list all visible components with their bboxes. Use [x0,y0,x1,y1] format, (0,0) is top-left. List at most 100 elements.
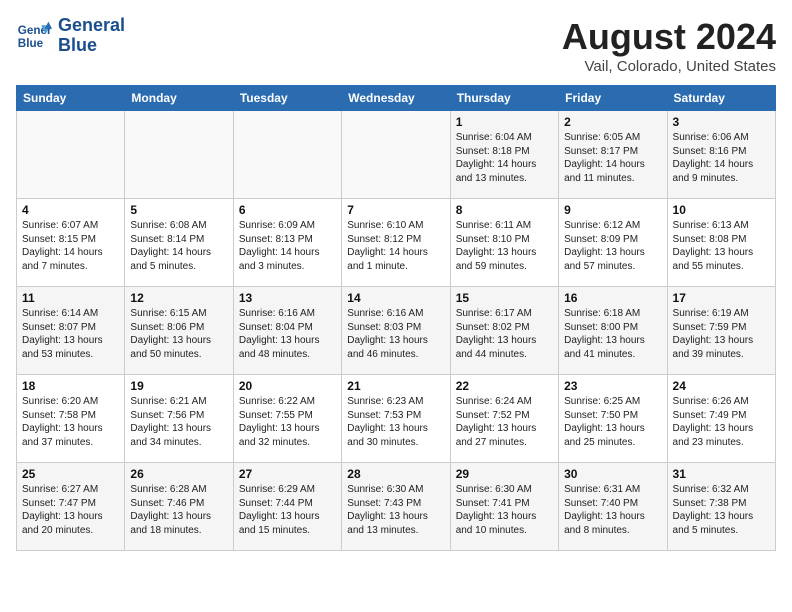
day-info: Sunrise: 6:18 AM Sunset: 8:00 PM Dayligh… [564,307,661,361]
calendar-cell: 1 Sunrise: 6:04 AM Sunset: 8:18 PM Daylig… [450,111,558,199]
calendar-cell: 8 Sunrise: 6:11 AM Sunset: 8:10 PM Daylig… [450,199,558,287]
day-number: 19 [130,379,227,393]
calendar-cell: 19 Sunrise: 6:21 AM Sunset: 7:56 PM Dayli… [125,375,233,463]
weekday-header-sunday: Sunday [17,86,125,111]
day-number: 8 [456,203,553,217]
day-number: 24 [673,379,770,393]
calendar-week-5: 25 Sunrise: 6:27 AM Sunset: 7:47 PM Dayli… [17,463,776,551]
day-number: 26 [130,467,227,481]
day-info: Sunrise: 6:05 AM Sunset: 8:17 PM Dayligh… [564,131,661,185]
day-info: Sunrise: 6:26 AM Sunset: 7:49 PM Dayligh… [673,395,770,449]
calendar-week-4: 18 Sunrise: 6:20 AM Sunset: 7:58 PM Dayli… [17,375,776,463]
day-info: Sunrise: 6:11 AM Sunset: 8:10 PM Dayligh… [456,219,553,273]
day-info: Sunrise: 6:12 AM Sunset: 8:09 PM Dayligh… [564,219,661,273]
day-number: 20 [239,379,336,393]
day-info: Sunrise: 6:09 AM Sunset: 8:13 PM Dayligh… [239,219,336,273]
day-number: 17 [673,291,770,305]
calendar-cell: 30 Sunrise: 6:31 AM Sunset: 7:40 PM Dayli… [559,463,667,551]
day-info: Sunrise: 6:32 AM Sunset: 7:38 PM Dayligh… [673,483,770,537]
calendar-cell: 7 Sunrise: 6:10 AM Sunset: 8:12 PM Daylig… [342,199,450,287]
day-info: Sunrise: 6:30 AM Sunset: 7:41 PM Dayligh… [456,483,553,537]
calendar-cell: 18 Sunrise: 6:20 AM Sunset: 7:58 PM Dayli… [17,375,125,463]
day-number: 23 [564,379,661,393]
day-info: Sunrise: 6:30 AM Sunset: 7:43 PM Dayligh… [347,483,444,537]
subtitle: Vail, Colorado, United States [562,58,776,75]
day-number: 18 [22,379,119,393]
day-number: 10 [673,203,770,217]
calendar-cell: 20Sunrise: 6:22 AM Sunset: 7:55 PM Dayli… [233,375,341,463]
day-info: Sunrise: 6:27 AM Sunset: 7:47 PM Dayligh… [22,483,119,537]
day-info: Sunrise: 6:23 AM Sunset: 7:53 PM Dayligh… [347,395,444,449]
day-info: Sunrise: 6:15 AM Sunset: 8:06 PM Dayligh… [130,307,227,361]
day-number: 21 [347,379,444,393]
day-info: Sunrise: 6:21 AM Sunset: 7:56 PM Dayligh… [130,395,227,449]
weekday-header-saturday: Saturday [667,86,775,111]
day-number: 13 [239,291,336,305]
day-info: Sunrise: 6:17 AM Sunset: 8:02 PM Dayligh… [456,307,553,361]
calendar-cell [125,111,233,199]
weekday-header-monday: Monday [125,86,233,111]
day-info: Sunrise: 6:16 AM Sunset: 8:03 PM Dayligh… [347,307,444,361]
day-number: 15 [456,291,553,305]
day-info: Sunrise: 6:20 AM Sunset: 7:58 PM Dayligh… [22,395,119,449]
day-info: Sunrise: 6:28 AM Sunset: 7:46 PM Dayligh… [130,483,227,537]
calendar-table: SundayMondayTuesdayWednesdayThursdayFrid… [16,85,776,551]
day-info: Sunrise: 6:14 AM Sunset: 8:07 PM Dayligh… [22,307,119,361]
day-number: 4 [22,203,119,217]
weekday-header-friday: Friday [559,86,667,111]
calendar-cell [17,111,125,199]
day-number: 27 [239,467,336,481]
day-info: Sunrise: 6:19 AM Sunset: 7:59 PM Dayligh… [673,307,770,361]
day-number: 29 [456,467,553,481]
weekday-header-tuesday: Tuesday [233,86,341,111]
day-number: 7 [347,203,444,217]
calendar-cell: 4 Sunrise: 6:07 AM Sunset: 8:15 PM Daylig… [17,199,125,287]
day-number: 11 [22,291,119,305]
calendar-cell: 3 Sunrise: 6:06 AM Sunset: 8:16 PM Daylig… [667,111,775,199]
day-number: 16 [564,291,661,305]
calendar-cell [233,111,341,199]
day-number: 12 [130,291,227,305]
page-header: General Blue General Blue August 2024 Va… [16,16,776,75]
calendar-cell: 13Sunrise: 6:16 AM Sunset: 8:04 PM Dayli… [233,287,341,375]
main-title: August 2024 [562,16,776,58]
calendar-cell: 17 Sunrise: 6:19 AM Sunset: 7:59 PM Dayli… [667,287,775,375]
calendar-cell: 15 Sunrise: 6:17 AM Sunset: 8:02 PM Dayli… [450,287,558,375]
svg-text:Blue: Blue [18,37,44,50]
calendar-cell: 2 Sunrise: 6:05 AM Sunset: 8:17 PM Daylig… [559,111,667,199]
day-info: Sunrise: 6:13 AM Sunset: 8:08 PM Dayligh… [673,219,770,273]
day-info: Sunrise: 6:06 AM Sunset: 8:16 PM Dayligh… [673,131,770,185]
day-number: 3 [673,115,770,129]
calendar-cell: 9 Sunrise: 6:12 AM Sunset: 8:09 PM Daylig… [559,199,667,287]
day-info: Sunrise: 6:07 AM Sunset: 8:15 PM Dayligh… [22,219,119,273]
calendar-cell: 12 Sunrise: 6:15 AM Sunset: 8:06 PM Dayli… [125,287,233,375]
day-info: Sunrise: 6:04 AM Sunset: 8:18 PM Dayligh… [456,131,553,185]
calendar-cell: 28Sunrise: 6:30 AM Sunset: 7:43 PM Dayli… [342,463,450,551]
day-number: 1 [456,115,553,129]
day-number: 2 [564,115,661,129]
calendar-body: 1 Sunrise: 6:04 AM Sunset: 8:18 PM Daylig… [17,111,776,551]
day-number: 31 [673,467,770,481]
calendar-header: SundayMondayTuesdayWednesdayThursdayFrid… [17,86,776,111]
day-number: 5 [130,203,227,217]
day-number: 6 [239,203,336,217]
logo-text-blue: Blue [58,36,125,56]
logo-icon: General Blue [16,18,52,54]
day-info: Sunrise: 6:29 AM Sunset: 7:44 PM Dayligh… [239,483,336,537]
day-number: 9 [564,203,661,217]
day-info: Sunrise: 6:10 AM Sunset: 8:12 PM Dayligh… [347,219,444,273]
day-info: Sunrise: 6:31 AM Sunset: 7:40 PM Dayligh… [564,483,661,537]
day-info: Sunrise: 6:25 AM Sunset: 7:50 PM Dayligh… [564,395,661,449]
day-number: 25 [22,467,119,481]
day-number: 30 [564,467,661,481]
calendar-cell: 26 Sunrise: 6:28 AM Sunset: 7:46 PM Dayli… [125,463,233,551]
calendar-week-2: 4 Sunrise: 6:07 AM Sunset: 8:15 PM Daylig… [17,199,776,287]
weekday-header-wednesday: Wednesday [342,86,450,111]
calendar-cell: 22Sunrise: 6:24 AM Sunset: 7:52 PM Dayli… [450,375,558,463]
calendar-cell [342,111,450,199]
calendar-cell: 29 Sunrise: 6:30 AM Sunset: 7:41 PM Dayli… [450,463,558,551]
calendar-cell: 14Sunrise: 6:16 AM Sunset: 8:03 PM Dayli… [342,287,450,375]
day-info: Sunrise: 6:08 AM Sunset: 8:14 PM Dayligh… [130,219,227,273]
calendar-cell: 21 Sunrise: 6:23 AM Sunset: 7:53 PM Dayli… [342,375,450,463]
calendar-cell: 31 Sunrise: 6:32 AM Sunset: 7:38 PM Dayli… [667,463,775,551]
